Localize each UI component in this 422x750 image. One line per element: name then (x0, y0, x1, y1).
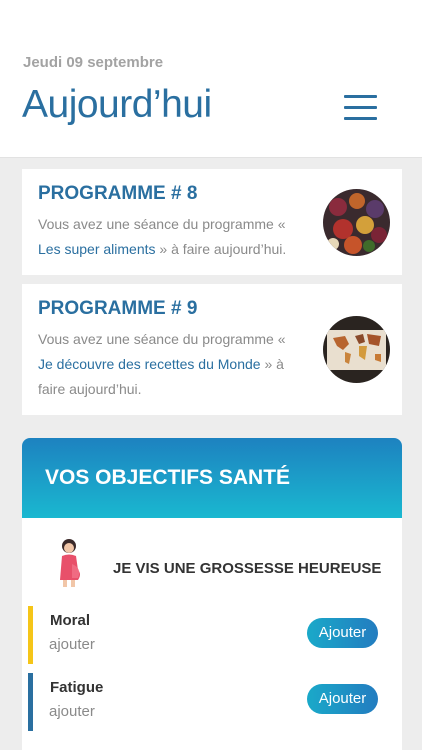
program-description: Vous avez une séance du programme « Je d… (38, 331, 286, 397)
world-map-food-photo-icon (323, 316, 390, 383)
metric-name: Moral (50, 612, 91, 629)
health-goals-heading: VOS OBJECTIFS SANTÉ (45, 466, 291, 489)
add-fatigue-button[interactable]: Ajouter (307, 684, 378, 714)
metric-placeholder: ajouter (49, 703, 95, 720)
health-goals-panel: VOS OBJECTIFS SANTÉ JE VIS UNE GROSSESSE… (22, 438, 402, 750)
program-link[interactable]: Les super aliments (38, 241, 156, 257)
add-moral-button[interactable]: Ajouter (307, 618, 378, 648)
metric-color-bar (28, 606, 33, 664)
health-goals-header: VOS OBJECTIFS SANTÉ (22, 438, 402, 518)
program-card[interactable]: PROGRAMME # 8 Vous avez une séance du pr… (22, 169, 402, 275)
pregnant-woman-icon (52, 538, 86, 588)
metric-color-bar (28, 673, 33, 731)
page-title: Aujourd’hui (22, 83, 212, 126)
program-title: PROGRAMME # 9 (38, 298, 198, 319)
program-link[interactable]: Je découvre des recettes du Monde (38, 356, 261, 372)
program-card[interactable]: PROGRAMME # 9 Vous avez une séance du pr… (22, 284, 402, 415)
program-description: Vous avez une séance du programme « Les … (38, 216, 287, 257)
current-date: Jeudi 09 septembre (23, 54, 164, 71)
metric-placeholder: ajouter (49, 636, 95, 653)
goal-label: JE VIS UNE GROSSESSE HEUREUSE (113, 560, 382, 577)
program-title: PROGRAMME # 8 (38, 183, 198, 204)
metric-name: Fatigue (50, 679, 104, 696)
superfoods-photo-icon (323, 189, 390, 256)
page-header: Jeudi 09 septembre Aujourd’hui (0, 0, 422, 158)
hamburger-menu-icon[interactable] (340, 92, 380, 124)
